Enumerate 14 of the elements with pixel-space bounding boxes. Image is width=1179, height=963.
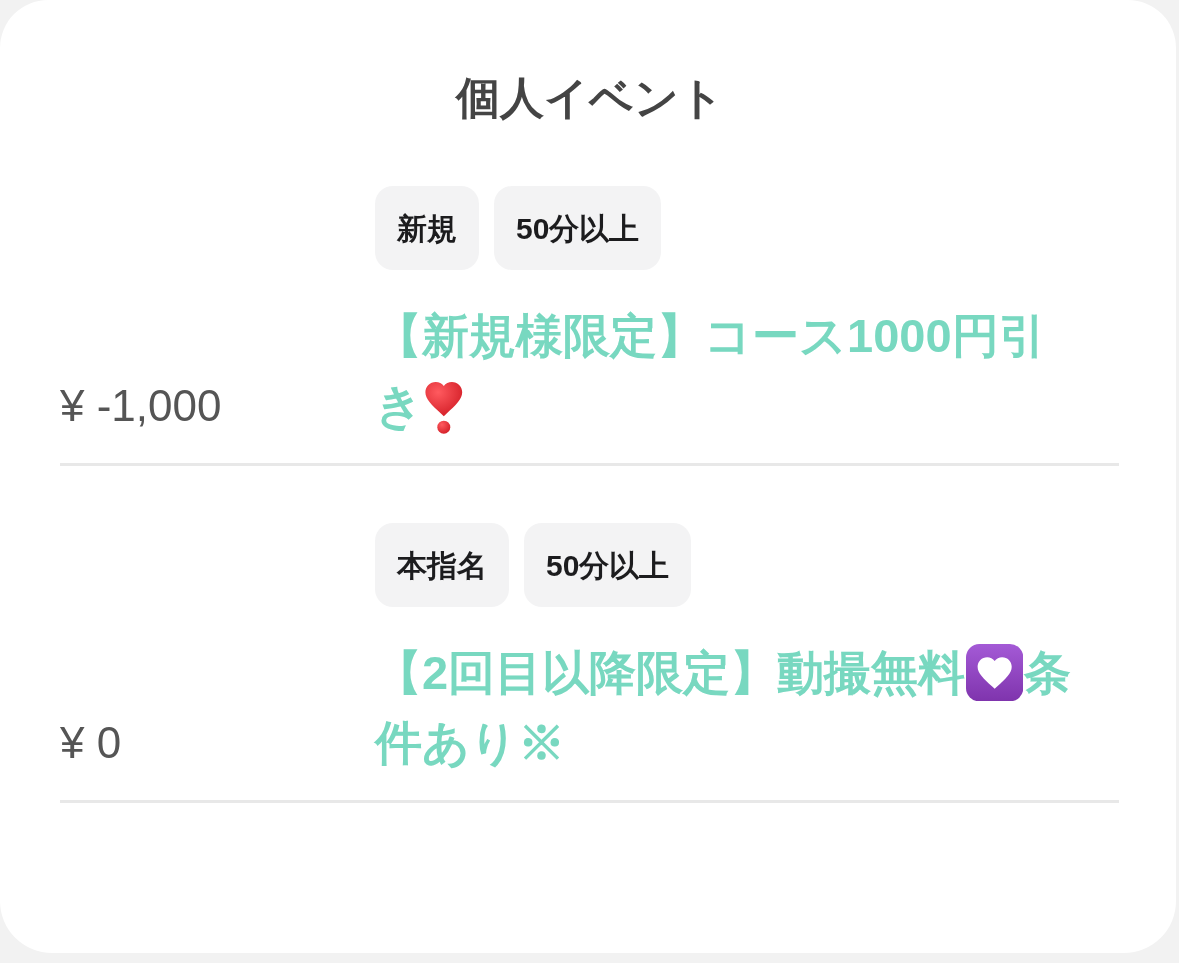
price-text: ¥ -1,000 xyxy=(60,380,222,432)
section-title: 個人イベント xyxy=(454,72,725,124)
event-tag: 本指名 xyxy=(375,523,509,607)
event-title: 件あり※ xyxy=(375,716,565,769)
event-title: き xyxy=(375,379,423,432)
heart-exclamation-icon xyxy=(425,382,463,434)
event-tag: 50分以上 xyxy=(494,186,662,270)
event-tag: 50分以上 xyxy=(524,523,692,607)
event-title: 【2回目以降限定】動撮無料 xyxy=(375,646,966,699)
event-title: 【新規様限定】コース1000円引 xyxy=(375,309,1046,362)
event-tag: 新規 xyxy=(375,186,479,270)
heart-tile-icon xyxy=(966,643,1024,702)
price-text: ¥ 0 xyxy=(60,717,122,769)
event-title: 条 xyxy=(1024,646,1072,699)
